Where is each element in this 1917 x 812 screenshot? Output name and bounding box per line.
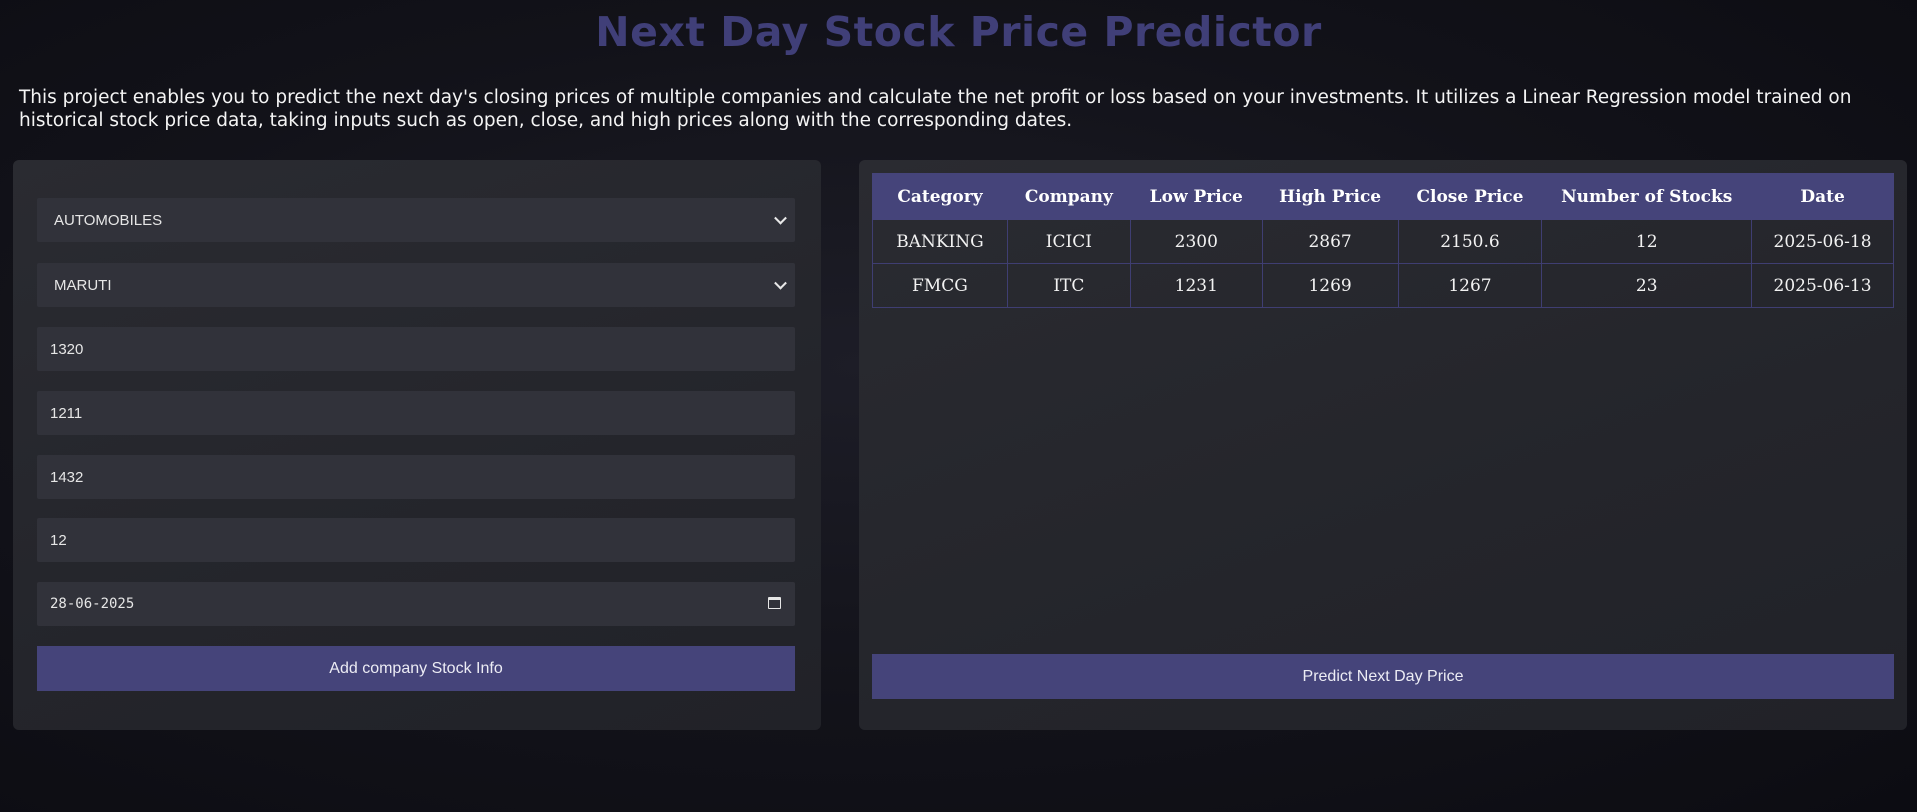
table-cell: 2300 (1129, 219, 1263, 264)
table-header-row: Category Company Low Price High Price Cl… (872, 173, 1894, 220)
stock-info-table: Category Company Low Price High Price Cl… (872, 173, 1894, 308)
project-description: This project enables you to predict the … (19, 87, 1852, 131)
table-cell: 23 (1541, 263, 1753, 308)
company-select-value: MARUTI (54, 276, 112, 294)
table-cell: 12 (1541, 219, 1753, 264)
predict-next-day-price-button[interactable]: Predict Next Day Price (872, 654, 1894, 699)
table-row: FMCG ITC 1231 1269 1267 23 2025-06-13 (872, 263, 1894, 308)
date-value: 28-06-2025 (50, 596, 135, 612)
column-header-category: Category (872, 173, 1008, 220)
table-cell: BANKING (872, 219, 1008, 264)
table-cell: FMCG (872, 263, 1008, 308)
high-price-value: 1211 (50, 404, 83, 422)
table-cell: 1231 (1129, 263, 1263, 308)
close-price-input[interactable]: 1432 (37, 455, 795, 499)
column-header-number-of-stocks: Number of Stocks (1541, 173, 1753, 220)
page-title: Next Day Stock Price Predictor (595, 8, 1322, 56)
column-header-low-price: Low Price (1129, 173, 1263, 220)
table-cell: 2867 (1261, 219, 1399, 264)
add-company-stock-button[interactable]: Add company Stock Info (37, 646, 795, 691)
chevron-down-icon (774, 276, 787, 290)
table-cell: ITC (1006, 263, 1131, 308)
low-price-input[interactable]: 1320 (37, 327, 795, 371)
column-header-date: Date (1751, 173, 1894, 220)
table-cell: 2025-06-18 (1751, 219, 1894, 264)
stock-table-panel: Category Company Low Price High Price Cl… (859, 160, 1907, 730)
low-price-value: 1320 (50, 340, 84, 358)
category-select-value: AUTOMOBILES (54, 211, 163, 229)
table-cell: 1269 (1261, 263, 1399, 308)
column-header-company: Company (1006, 173, 1131, 220)
table-cell: 1267 (1397, 263, 1543, 308)
stock-input-form: AUTOMOBILES MARUTI 1320 1211 1432 12 28-… (13, 160, 821, 730)
number-of-stocks-input[interactable]: 12 (37, 518, 795, 562)
column-header-close-price: Close Price (1397, 173, 1543, 220)
table-cell: 2025-06-13 (1751, 263, 1894, 308)
table-cell: ICICI (1006, 219, 1131, 264)
table-row: BANKING ICICI 2300 2867 2150.6 12 2025-0… (872, 219, 1894, 264)
number-of-stocks-value: 12 (50, 531, 67, 549)
table-cell: 2150.6 (1397, 219, 1543, 264)
chevron-down-icon (774, 211, 787, 225)
date-input[interactable]: 28-06-2025 (37, 582, 795, 626)
column-header-high-price: High Price (1261, 173, 1399, 220)
calendar-icon[interactable] (768, 597, 781, 609)
company-select[interactable]: MARUTI (37, 263, 795, 307)
close-price-value: 1432 (50, 468, 84, 486)
category-select[interactable]: AUTOMOBILES (37, 198, 795, 242)
high-price-input[interactable]: 1211 (37, 391, 795, 435)
